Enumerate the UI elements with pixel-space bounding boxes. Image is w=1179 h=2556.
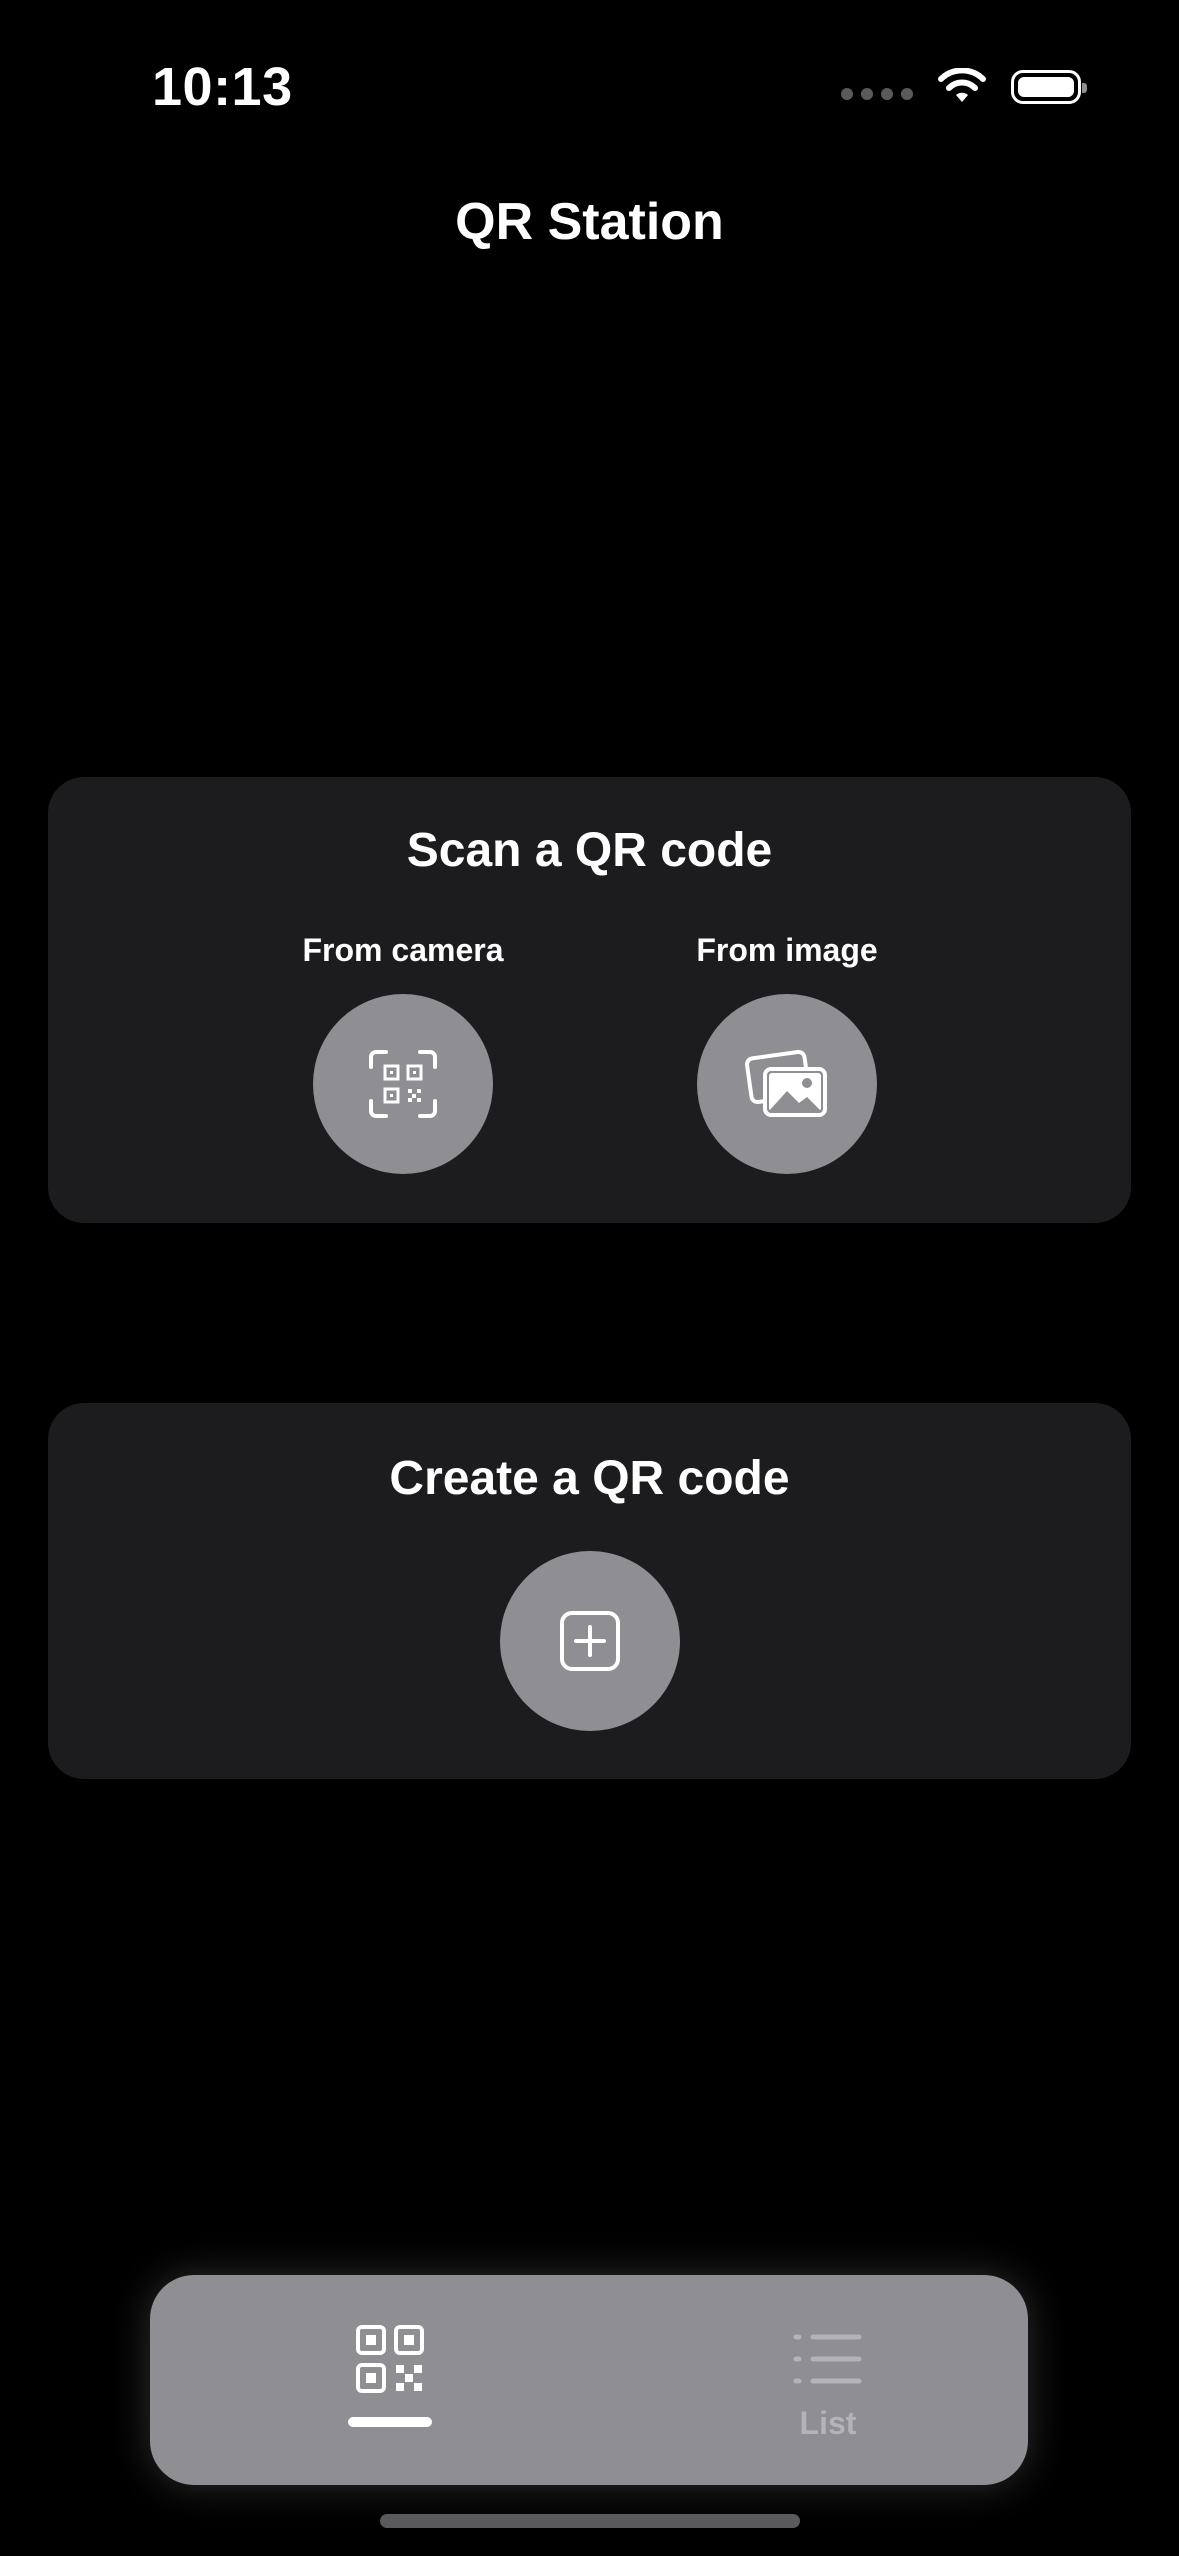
status-time: 10:13 [152,57,293,117]
status-icons [841,62,1087,112]
scan-card-title: Scan a QR code [406,824,773,877]
tab-list[interactable]: List [698,2275,958,2485]
battery-icon [1011,70,1087,104]
create-card-title: Create a QR code [389,1452,790,1505]
scan-from-camera-button[interactable] [313,994,493,1174]
scan-from-image-option: From image [637,932,937,1174]
create-qr-option [500,1551,680,1731]
wifi-icon [938,68,986,102]
qr-code-icon [356,2325,424,2393]
create-qr-button[interactable] [500,1551,680,1731]
photos-icon [745,1049,827,1117]
tab-bar: List [150,2275,1028,2485]
tab-qr[interactable] [260,2275,520,2485]
home-indicator [380,2514,800,2528]
page-title: QR Station [455,193,724,251]
plus-square-icon [560,1611,620,1671]
tab-list-label: List [799,2405,857,2441]
create-card: Create a QR code [48,1403,1131,1779]
qr-scan-icon [369,1050,437,1118]
from-image-label: From image [696,932,878,968]
scan-from-camera-option: From camera [253,932,553,1174]
cellular-signal-icon [841,88,913,100]
scan-card: Scan a QR code From camera From image [48,777,1131,1223]
scan-from-image-button[interactable] [697,994,877,1174]
from-camera-label: From camera [302,932,504,968]
list-icon [793,2334,862,2384]
tab-selected-indicator [348,2417,432,2427]
